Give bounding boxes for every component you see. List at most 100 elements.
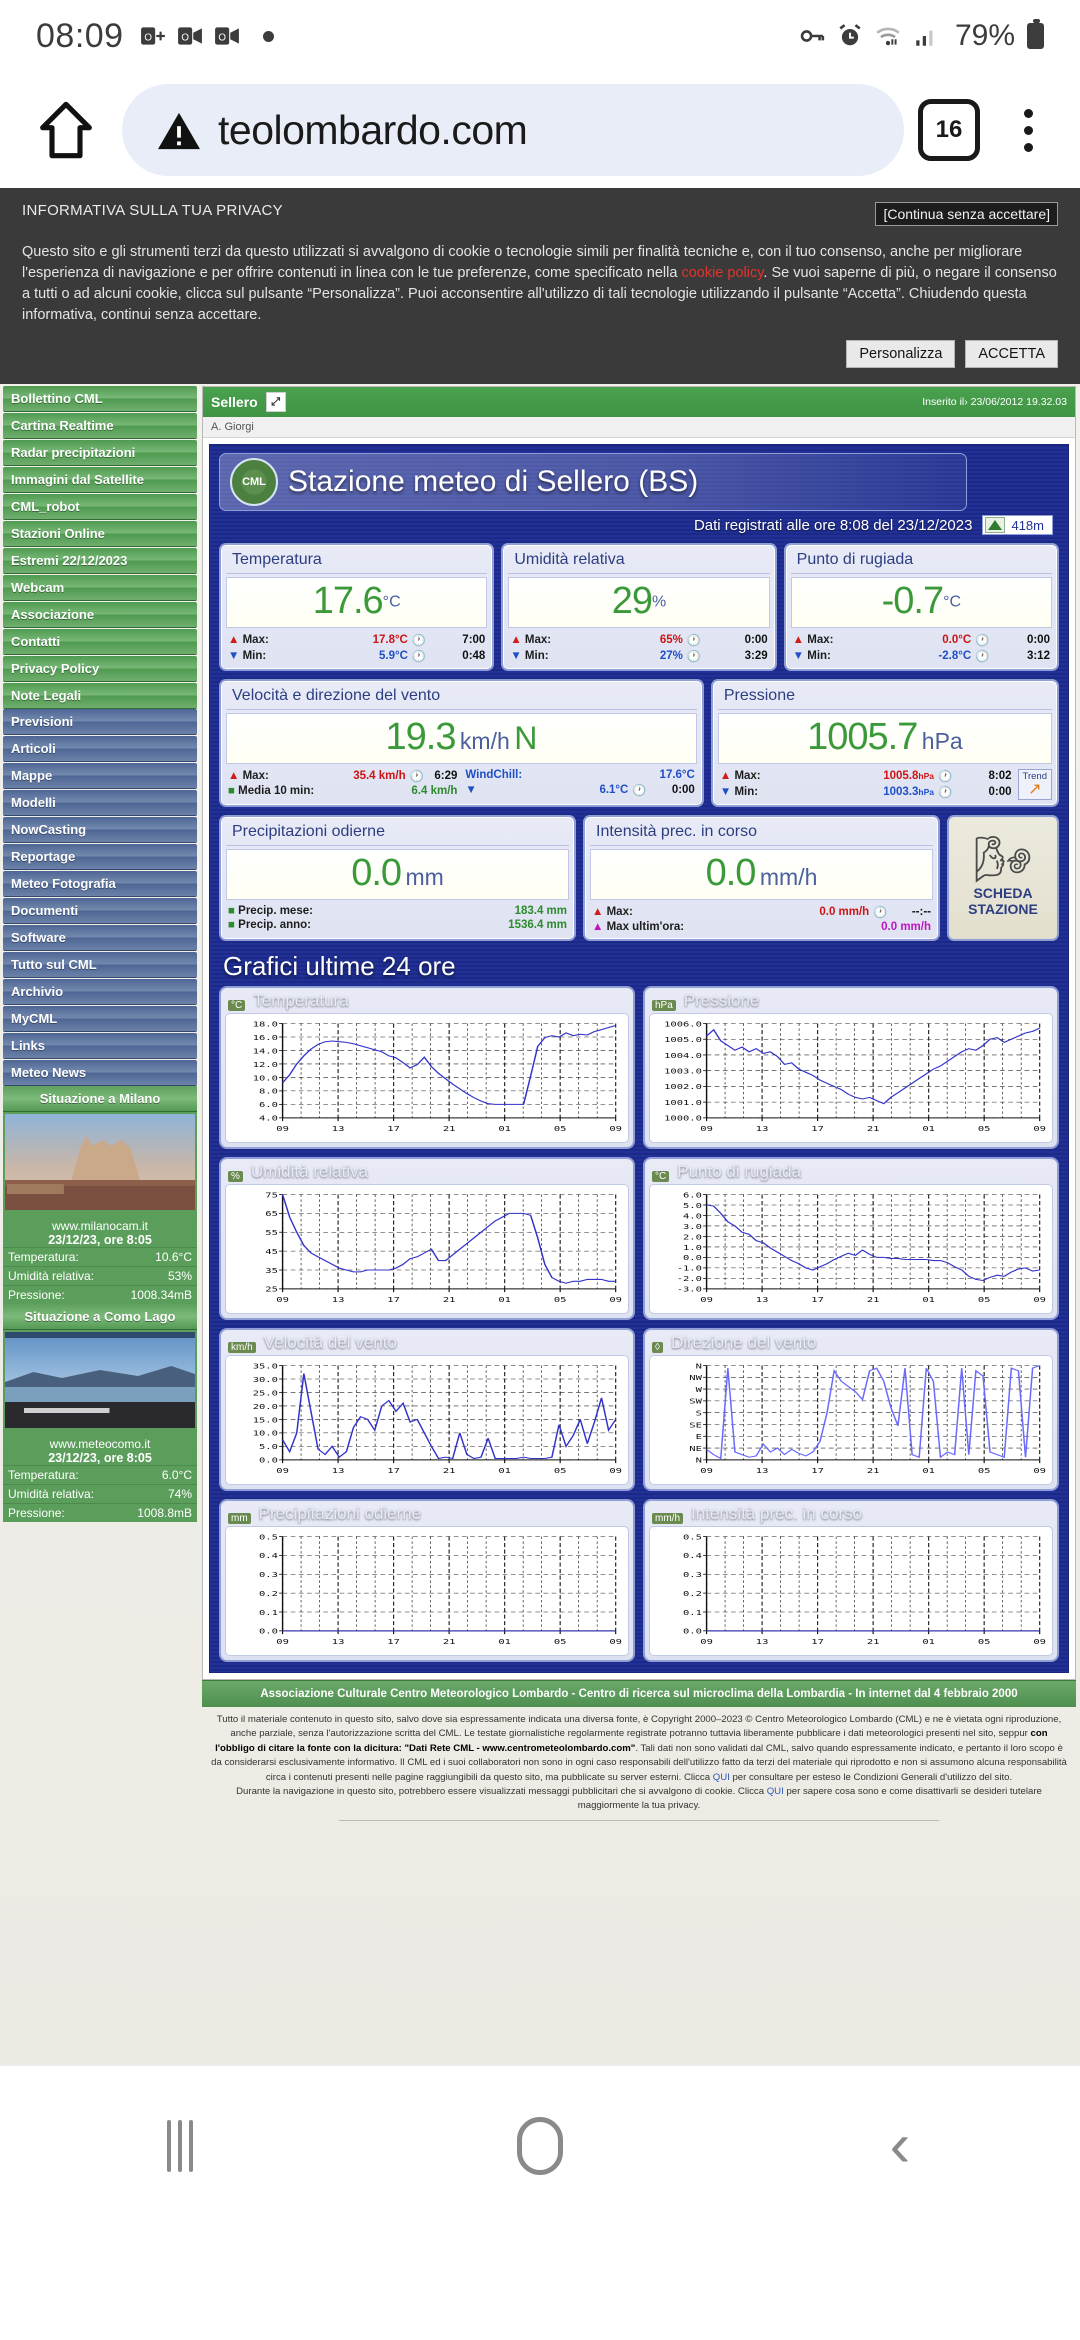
browser-menu-button[interactable] (1006, 108, 1050, 152)
chart-card-2: % Umidità relativa 75 65 55 45 35 25 09 13 17 21 01 0… (219, 1157, 635, 1321)
footer-link-1[interactable]: QUI (713, 1772, 730, 1783)
anemometer-icon: 🌬 (973, 833, 1033, 886)
accept-button[interactable]: ACCETTA (965, 340, 1058, 369)
svg-text:01: 01 (922, 1125, 935, 1133)
battery-percent-label: 79% (954, 19, 1015, 52)
svg-text:0.2: 0.2 (683, 1590, 702, 1598)
pressure-max-row: ▲ Max: 1005.8hPa 🕐 8:02 (718, 768, 1014, 784)
sidebar-item-green-8[interactable]: Associazione (3, 602, 197, 629)
recents-button[interactable] (105, 2119, 255, 2172)
fullscreen-icon[interactable]: ⤢ (265, 392, 286, 413)
widget-title-1: Situazione a Como Lago (3, 1304, 197, 1331)
chart-svg-7: 0.5 0.4 0.3 0.2 0.1 0.0 09 13 17 21 01 05 09 (653, 1530, 1049, 1653)
sidebar-item-blue-4[interactable]: NowCasting (3, 817, 197, 844)
station-sheet-button[interactable]: 🌬 SCHEDA STAZIONE (947, 815, 1059, 942)
station-title-bar: CML Stazione meteo di Sellero (BS) (219, 453, 967, 512)
cml-logo-icon: CML (230, 458, 278, 507)
url-bar[interactable]: teolombardo.com (122, 84, 904, 176)
back-icon: ‹ (889, 2110, 911, 2180)
svg-text:17: 17 (387, 1467, 400, 1475)
sidebar-item-blue-12[interactable]: Links (3, 1033, 197, 1060)
triangle-down-icon: ▼ (719, 786, 732, 799)
svg-text:75: 75 (265, 1192, 278, 1200)
webcam-image-1[interactable] (3, 1330, 197, 1436)
sidebar-item-blue-6[interactable]: Meteo Fotografia (3, 871, 197, 898)
widget-row-label: Pressione: (3, 1285, 115, 1305)
table-row: Umidità relativa: 74% (3, 1484, 197, 1504)
customize-button[interactable]: Personalizza (846, 340, 956, 369)
pressure-value: 1005.7 (807, 716, 918, 759)
sidebar-item-green-11[interactable]: Note Legali (3, 683, 197, 710)
svg-text:09: 09 (276, 1638, 289, 1646)
widget-title-0: Situazione a Milano (3, 1086, 197, 1113)
square-icon: ■ (228, 785, 235, 798)
footer-link-2[interactable]: QUI (767, 1786, 784, 1797)
widget-row-value: 1008.8mB (118, 1503, 197, 1523)
article-title: Sellero (211, 394, 258, 411)
svg-text:09: 09 (609, 1125, 622, 1133)
sidebar-item-green-7[interactable]: Webcam (3, 575, 197, 602)
widget-row-value: 10.6°C (114, 1247, 197, 1267)
continue-without-accepting-button[interactable]: [Continua senza accettare] (875, 202, 1058, 226)
cookie-policy-link[interactable]: cookie policy (681, 265, 763, 281)
sidebar-item-green-3[interactable]: Immagini dal Satellite (3, 467, 197, 494)
sidebar-item-green-0[interactable]: Bollettino CML (3, 386, 197, 413)
svg-text:SE: SE (689, 1422, 702, 1430)
sidebar-item-green-10[interactable]: Privacy Policy (3, 656, 197, 683)
home-button[interactable] (24, 99, 108, 161)
triangle-up-icon: ▲ (228, 634, 240, 647)
sidebar-item-blue-10[interactable]: Archivio (3, 979, 197, 1006)
pressure-max-label-text: Max: (734, 770, 761, 783)
webcam-image-0[interactable] (3, 1112, 197, 1218)
sidebar-item-green-1[interactable]: Cartina Realtime (3, 413, 197, 440)
chart-header-1: hPa Pressione (649, 991, 1053, 1013)
triangle-down-icon: ▼ (792, 650, 805, 663)
webcam-timestamp-1: 23/12/23, ore 8:05 (48, 1451, 152, 1466)
tab-counter-button[interactable]: 16 (918, 99, 980, 161)
pressure-max-value: 1005.8hPa (816, 768, 936, 784)
table-row: Umidità relativa: 53% (3, 1266, 197, 1286)
svg-text:21: 21 (867, 1638, 880, 1646)
svg-text:0.3: 0.3 (259, 1571, 278, 1579)
rain-year-label-text: Precip. anno: (238, 919, 312, 932)
card-value-0: 17.6 (312, 580, 384, 623)
sidebar-item-green-4[interactable]: CML_robot (3, 494, 197, 521)
sidebar-item-blue-11[interactable]: MyCML (3, 1006, 197, 1033)
card-min-time: 3:29 (744, 650, 768, 663)
home-nav-button[interactable] (465, 2116, 615, 2175)
sidebar-item-blue-7[interactable]: Documenti (3, 898, 197, 925)
sidebar-item-blue-5[interactable]: Reportage (3, 844, 197, 871)
sidebar-item-blue-8[interactable]: Software (3, 925, 197, 952)
sidebar-item-green-2[interactable]: Radar precipitazioni (3, 440, 197, 467)
back-button[interactable]: ‹ (825, 2110, 975, 2180)
sidebar-item-blue-3[interactable]: Modelli (3, 790, 197, 817)
widget-row-label: Temperatura: (3, 1247, 115, 1267)
chart-title-5: Direzione del vento (670, 1333, 817, 1353)
svg-text:12.0: 12.0 (253, 1061, 278, 1069)
sidebar-item-blue-13[interactable]: Meteo News (3, 1060, 197, 1087)
chart-plot-1: 1006.0 1005.0 1004.0 1003.0 1002.0 1001.0 1000… (649, 1013, 1053, 1144)
article-container: Sellero ⤢ Inserito il› 23/06/2012 19.32.… (202, 386, 1076, 1681)
card-min-label: ▼ Min: (792, 650, 831, 663)
svg-text:8.0: 8.0 (259, 1088, 278, 1096)
sidebar-item-green-9[interactable]: Contatti (3, 629, 197, 656)
sidebar-item-green-5[interactable]: Stazioni Online (3, 521, 197, 548)
pressure-min-row: ▼ Min: 1003.3hPa 🕐 0:00 (718, 784, 1014, 800)
sidebar-item-blue-9[interactable]: Tutto sul CML (3, 952, 197, 979)
webcam-source-0[interactable]: www.milanocam.it (52, 1219, 148, 1233)
sidebar-item-blue-0[interactable]: Previsioni (3, 709, 197, 736)
webcam-source-1[interactable]: www.meteocomo.it (50, 1437, 151, 1451)
widget-row-value: 74% (118, 1484, 197, 1504)
wind-card: Velocità e direzione del vento 19.3 km/h… (219, 679, 704, 808)
chart-unit-2: % (228, 1171, 243, 1183)
sidebar-item-blue-1[interactable]: Articoli (3, 736, 197, 763)
sidebar-item-green-6[interactable]: Estremi 22/12/2023 (3, 548, 197, 575)
station-altitude-badge: 418m (982, 515, 1053, 536)
svg-text:01: 01 (498, 1125, 511, 1133)
home-icon (40, 101, 92, 159)
sidebar-item-blue-2[interactable]: Mappe (3, 763, 197, 790)
card-min-row: ▼ Min: -2.8°C 🕐 3:12 (791, 648, 1052, 664)
svg-text:09: 09 (609, 1296, 622, 1304)
measurement-card-row-1: Temperatura 17.6°C ▲ Max: 17.8°C 🕐 7:00 ▼ Min:… (219, 543, 1059, 672)
svg-text:0.5: 0.5 (683, 1534, 702, 1542)
